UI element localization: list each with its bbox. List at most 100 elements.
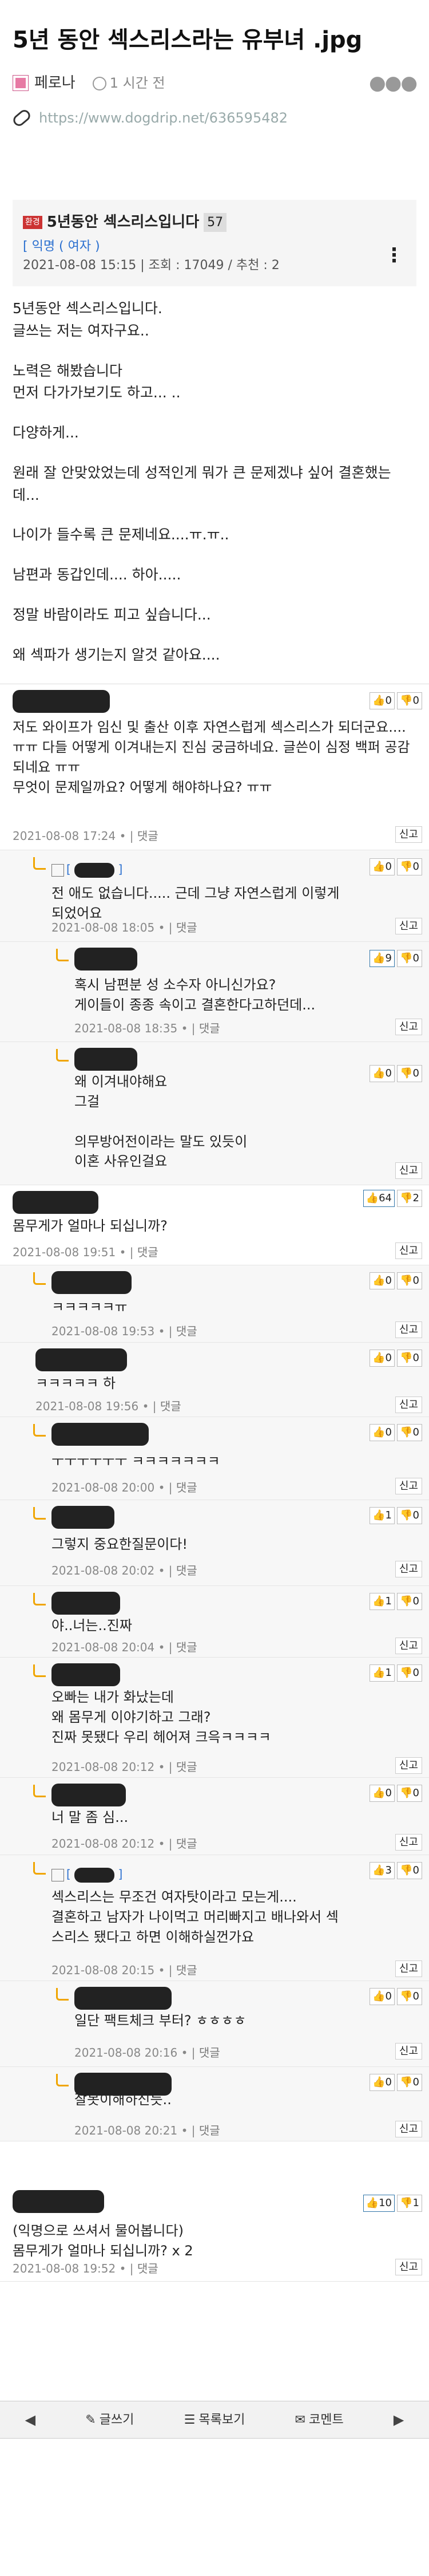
vote-group: 👍0 👎0 [370, 1988, 422, 2006]
upvote-button[interactable]: 👍0 [370, 692, 395, 710]
report-button[interactable]: 신고 [395, 1561, 422, 1578]
comment: 👍0 👎0 ㅋㅋㅋㅋㅋㅠ 2021-08-08 19:53 • | 댓글 신고 [0, 1265, 429, 1343]
reply-link[interactable]: 댓글 [199, 2046, 220, 2060]
comment-meta: 2021-08-08 17:24 • | 댓글 [13, 827, 158, 845]
comment-meta: 2021-08-08 20:21 • | 댓글 [74, 2122, 220, 2139]
comment-date: 2021-08-08 19:56 • | [35, 1399, 160, 1414]
reply-link[interactable]: 댓글 [176, 1640, 197, 1654]
report-button[interactable]: 신고 [395, 1162, 422, 1179]
downvote-button[interactable]: 👎0 [397, 2074, 422, 2092]
reply-link[interactable]: 댓글 [176, 1564, 197, 1577]
downvote-button[interactable]: 👎1 [397, 2195, 422, 2212]
redacted-nickname [51, 1271, 132, 1295]
kebab-icon[interactable]: ⋮ [384, 246, 404, 265]
reply-link[interactable]: 댓글 [199, 2124, 220, 2137]
write-button[interactable]: ✎ 글쓰기 [85, 2411, 134, 2429]
downvote-button[interactable]: 👎0 [397, 1424, 422, 1442]
reply-arrow-icon [33, 1507, 46, 1520]
upvote-button[interactable]: 👍1 [370, 1593, 395, 1611]
pencil-icon: ✎ [85, 2412, 96, 2427]
comment-count: 57 [204, 213, 227, 232]
redacted-nickname [35, 1348, 127, 1372]
prev-arrow-icon[interactable]: ◀ [25, 2409, 35, 2430]
reply-link[interactable]: 댓글 [137, 2262, 158, 2275]
upvote-button[interactable]: 👍0 [370, 1424, 395, 1442]
author-name[interactable]: 페로나 [34, 72, 76, 94]
upvote-button[interactable]: 👍10 [363, 2195, 395, 2212]
downvote-button[interactable]: 👎0 [397, 1272, 422, 1290]
downvote-button[interactable]: 👎0 [397, 1593, 422, 1611]
report-button[interactable]: 신고 [395, 1397, 422, 1414]
reply-arrow-icon [33, 1862, 46, 1875]
vote-group: 👍0 👎0 [370, 1424, 422, 1442]
report-button[interactable]: 신고 [395, 2121, 422, 2138]
comment: 👍64 👎2 몸무게가 얼마나 되십니까? 2021-08-08 19:51 • | … [0, 1185, 429, 1266]
reply-link[interactable]: 댓글 [137, 1245, 158, 1259]
comment-text: 혹시 남편분 성 소수자 아니신가요? 게이들이 종종 속이고 결혼한다고하던데… [74, 977, 316, 1013]
embedded-post-header: 환경 5년동안 섹스리스입니다 57 [ 익명 ( 여자 ) 2021-08-0… [13, 200, 416, 286]
upvote-button[interactable]: 👍9 [370, 950, 395, 968]
downvote-button[interactable]: 👎0 [397, 1862, 422, 1880]
reply-link[interactable]: 댓글 [176, 1837, 197, 1851]
more-menu-icon[interactable]: ●●● [369, 69, 418, 98]
comment: 👍0 👎0 잘못이해하신듯.. 2021-08-08 20:21 • | 댓글 신고 [0, 2067, 429, 2142]
downvote-button[interactable]: 👎0 [397, 1065, 422, 1083]
downvote-button[interactable]: 👎0 [397, 858, 422, 876]
report-button[interactable]: 신고 [395, 1960, 422, 1978]
downvote-button[interactable]: 👎0 [397, 1664, 422, 1682]
vote-group: 👍0 👎0 [370, 1785, 422, 1802]
post-paragraph: 노력은 해봤습니다 먼저 다가가보기도 하고... .. [13, 362, 181, 401]
downvote-button[interactable]: 👎2 [397, 1190, 422, 1208]
upvote-button[interactable]: 👍0 [370, 1785, 395, 1802]
upvote-button[interactable]: 👍1 [370, 1664, 395, 1682]
reply-link[interactable]: 댓글 [176, 1481, 197, 1494]
vote-group: 👍0 👎0 [370, 1065, 422, 1083]
upvote-button[interactable]: 👍1 [370, 1507, 395, 1525]
reply-link[interactable]: 댓글 [199, 1021, 220, 1035]
report-button[interactable]: 신고 [395, 1321, 422, 1339]
next-arrow-icon[interactable]: ▶ [394, 2409, 404, 2430]
upvote-button[interactable]: 👍3 [370, 1862, 395, 1880]
report-button[interactable]: 신고 [395, 2259, 422, 2276]
reply-link[interactable]: 댓글 [137, 829, 158, 843]
downvote-button[interactable]: 👎0 [397, 950, 422, 968]
report-button[interactable]: 신고 [395, 1638, 422, 1655]
report-button[interactable]: 신고 [395, 2043, 422, 2060]
list-label: 목록보기 [198, 2412, 245, 2427]
upvote-button[interactable]: 👍0 [370, 1272, 395, 1290]
reply-link[interactable]: 댓글 [176, 1760, 197, 1774]
upvote-button[interactable]: 👍0 [370, 1350, 395, 1367]
comment-date: 2021-08-08 20:02 • | [51, 1564, 176, 1578]
reply-link[interactable]: 댓글 [160, 1399, 181, 1413]
upvote-button[interactable]: 👍0 [370, 1065, 395, 1083]
report-button[interactable]: 신고 [395, 1757, 422, 1774]
reply-link[interactable]: 댓글 [176, 921, 197, 934]
report-button[interactable]: 신고 [395, 1834, 422, 1851]
downvote-button[interactable]: 👎0 [397, 1507, 422, 1525]
upvote-button[interactable]: 👍0 [370, 1988, 395, 2006]
report-button[interactable]: 신고 [395, 1019, 422, 1036]
report-button[interactable]: 신고 [395, 1242, 422, 1260]
upvote-button[interactable]: 👍0 [370, 2074, 395, 2092]
vote-group: 👍0 👎0 [370, 692, 422, 710]
source-link[interactable]: https://www.dogdrip.net/636595482 [0, 103, 429, 145]
reply-link[interactable]: 댓글 [176, 1963, 197, 1977]
comment-button[interactable]: ✉ 코멘트 [295, 2411, 344, 2429]
page-title: 5년 동안 섹스리스라는 유부녀 .jpg [13, 27, 363, 53]
source-url[interactable]: https://www.dogdrip.net/636595482 [39, 108, 288, 128]
vote-group: 👍1 👎0 [370, 1664, 422, 1682]
report-button[interactable]: 신고 [395, 826, 422, 843]
reply-link[interactable]: 댓글 [176, 1324, 197, 1338]
reply-arrow-icon [56, 1049, 69, 1062]
downvote-button[interactable]: 👎0 [397, 1988, 422, 2006]
report-button[interactable]: 신고 [395, 918, 422, 935]
upvote-button[interactable]: 👍64 [363, 1190, 395, 1208]
downvote-button[interactable]: 👎0 [397, 692, 422, 710]
comment-text: 왜 이겨내야해요 그걸 의무방어전이라는 말도 있듯이 이혼 사유인걸요 [74, 1074, 248, 1170]
report-button[interactable]: 신고 [395, 1478, 422, 1495]
downvote-button[interactable]: 👎0 [397, 1785, 422, 1802]
upvote-button[interactable]: 👍0 [370, 858, 395, 876]
redacted-nickname [51, 1663, 120, 1687]
downvote-button[interactable]: 👎0 [397, 1350, 422, 1367]
list-button[interactable]: ☰ 목록보기 [184, 2411, 245, 2429]
